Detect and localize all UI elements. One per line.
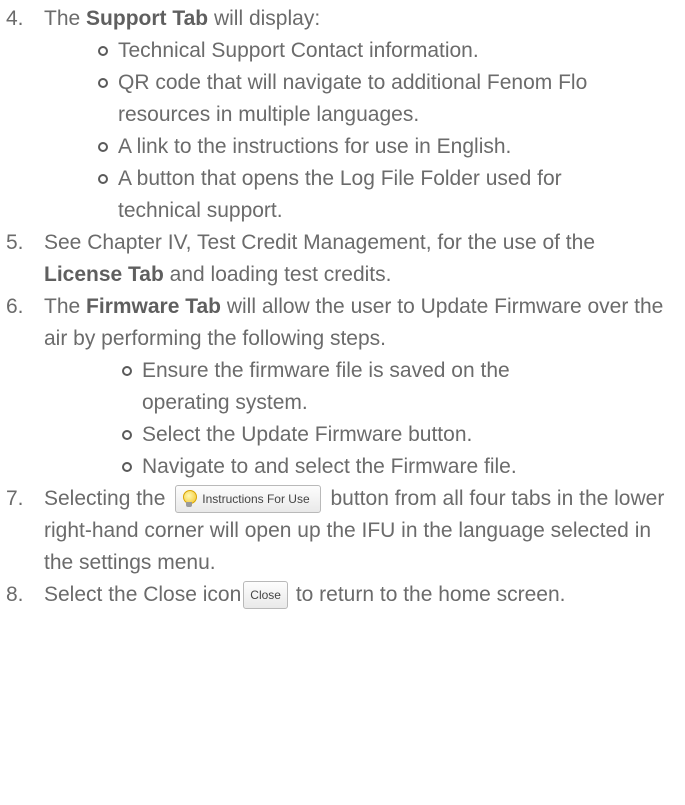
list-item-6: 6. The Firmware Tab will allow the user … bbox=[0, 291, 685, 355]
support-tab-label: Support Tab bbox=[86, 7, 209, 30]
firmware-tab-label: Firmware Tab bbox=[86, 295, 222, 318]
item-number: 6. bbox=[6, 295, 24, 318]
bullet-text: Navigate to and select the Firmware file… bbox=[142, 455, 517, 478]
bullet-item: A link to the instructions for use in En… bbox=[0, 131, 685, 163]
document-page: 4. The Support Tab will display: Technic… bbox=[0, 0, 685, 805]
bullet-text: QR code that will navigate to additional… bbox=[118, 71, 588, 126]
bullet-text: A button that opens the Log File Folder … bbox=[118, 167, 562, 222]
bullet-icon bbox=[118, 355, 142, 419]
bullet-icon bbox=[94, 163, 118, 227]
bullet-item: QR code that will navigate to additional… bbox=[0, 67, 685, 131]
item-number: 5. bbox=[6, 231, 24, 254]
bullet-icon bbox=[94, 35, 118, 67]
bullet-item: Technical Support Contact information. bbox=[0, 35, 685, 67]
list-item-4: 4. The Support Tab will display: bbox=[0, 3, 685, 35]
bullet-item: Navigate to and select the Firmware file… bbox=[0, 451, 685, 483]
bullet-text: Technical Support Contact information. bbox=[118, 39, 479, 62]
item-text: The Support Tab will display: bbox=[44, 7, 321, 30]
list-item-5: 5. See Chapter IV, Test Credit Managemen… bbox=[0, 227, 685, 291]
list-item-7: 7. Selecting the Instructions For Use bu… bbox=[0, 483, 685, 579]
close-button[interactable]: Close bbox=[243, 581, 288, 610]
bullet-item: Select the Update Firmware button. bbox=[0, 419, 685, 451]
item-text: See Chapter IV, Test Credit Management, … bbox=[44, 231, 595, 286]
bullet-text: A link to the instructions for use in En… bbox=[118, 135, 512, 158]
bullet-icon bbox=[94, 131, 118, 163]
bullet-item: Ensure the firmware file is saved on the… bbox=[0, 355, 685, 419]
item-text: Selecting the Instructions For Use butto… bbox=[44, 485, 665, 574]
item-number: 4. bbox=[6, 7, 24, 30]
license-tab-label: License Tab bbox=[44, 263, 164, 286]
item-text: Select the Close icon Close to return to … bbox=[44, 579, 674, 611]
bullet-icon bbox=[94, 67, 118, 131]
item-number: 7. bbox=[6, 487, 24, 510]
item-text: The Firmware Tab will allow the user to … bbox=[44, 295, 664, 350]
instructions-for-use-label: Instructions For Use bbox=[202, 492, 310, 507]
bullet-icon bbox=[118, 451, 142, 483]
bullet-text: Ensure the firmware file is saved on the… bbox=[142, 359, 510, 414]
bullet-text: Select the Update Firmware button. bbox=[142, 423, 473, 446]
item-number: 8. bbox=[6, 583, 24, 606]
bullet-icon bbox=[118, 419, 142, 451]
instructions-for-use-button[interactable]: Instructions For Use bbox=[175, 485, 321, 514]
bullet-item: A button that opens the Log File Folder … bbox=[0, 163, 685, 227]
lightbulb-icon bbox=[182, 490, 198, 508]
list-item-8: 8. Select the Close icon Close to return … bbox=[0, 579, 685, 611]
